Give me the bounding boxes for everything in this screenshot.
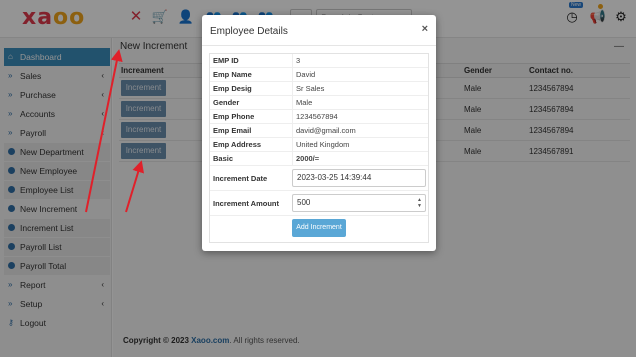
detail-value: David <box>292 68 315 81</box>
modal-divider <box>202 45 436 46</box>
stepper-icon[interactable]: ▲ ▼ <box>417 197 422 209</box>
detail-label: Gender <box>213 98 240 107</box>
detail-row-emp-id: EMP ID 3 <box>210 54 428 68</box>
detail-label: Emp Email <box>213 126 252 135</box>
increment-amount-row: Increment Amount 500 ▲ ▼ <box>210 191 428 216</box>
increment-date-row: Increment Date 2023-03-25 14:39:44 <box>210 166 428 191</box>
detail-row-emp-email: Emp Email david@gmail.com <box>210 124 428 138</box>
detail-value: United Kingdom <box>292 138 349 151</box>
increment-date-label: Increment Date <box>213 174 268 183</box>
employee-details-modal: Employee Details × EMP ID 3 Emp Name Dav… <box>202 15 436 251</box>
detail-value: 1234567894 <box>292 110 338 123</box>
detail-label: Emp Address <box>213 140 262 149</box>
employee-detail-table: EMP ID 3 Emp Name David Emp Desig Sr Sal… <box>209 53 429 243</box>
modal-title: Employee Details <box>210 26 288 37</box>
detail-row-gender: Gender Male <box>210 96 428 110</box>
detail-row-emp-phone: Emp Phone 1234567894 <box>210 110 428 124</box>
increment-amount-label: Increment Amount <box>213 199 279 208</box>
add-increment-row: Add Increment <box>210 216 428 242</box>
add-increment-button[interactable]: Add Increment <box>292 219 346 237</box>
increment-date-field[interactable]: 2023-03-25 14:39:44 <box>292 169 426 187</box>
detail-label: Basic <box>213 154 234 163</box>
detail-label: EMP ID <box>213 56 239 65</box>
detail-value: 2000/= <box>292 152 319 165</box>
detail-row-emp-address: Emp Address United Kingdom <box>210 138 428 152</box>
detail-value: Male <box>292 96 312 109</box>
detail-label: Emp Phone <box>213 112 255 121</box>
detail-value: Sr Sales <box>292 82 324 95</box>
detail-value: 3 <box>292 54 300 67</box>
modal-close-button[interactable]: × <box>422 23 428 35</box>
detail-label: Emp Name <box>213 70 252 79</box>
detail-label: Emp Desig <box>213 84 252 93</box>
detail-row-basic: Basic 2000/= <box>210 152 428 166</box>
detail-row-emp-desig: Emp Desig Sr Sales <box>210 82 428 96</box>
detail-value: david@gmail.com <box>292 124 356 137</box>
detail-row-emp-name: Emp Name David <box>210 68 428 82</box>
increment-amount-value: 500 <box>297 198 311 207</box>
increment-amount-field[interactable]: 500 ▲ ▼ <box>292 194 426 212</box>
